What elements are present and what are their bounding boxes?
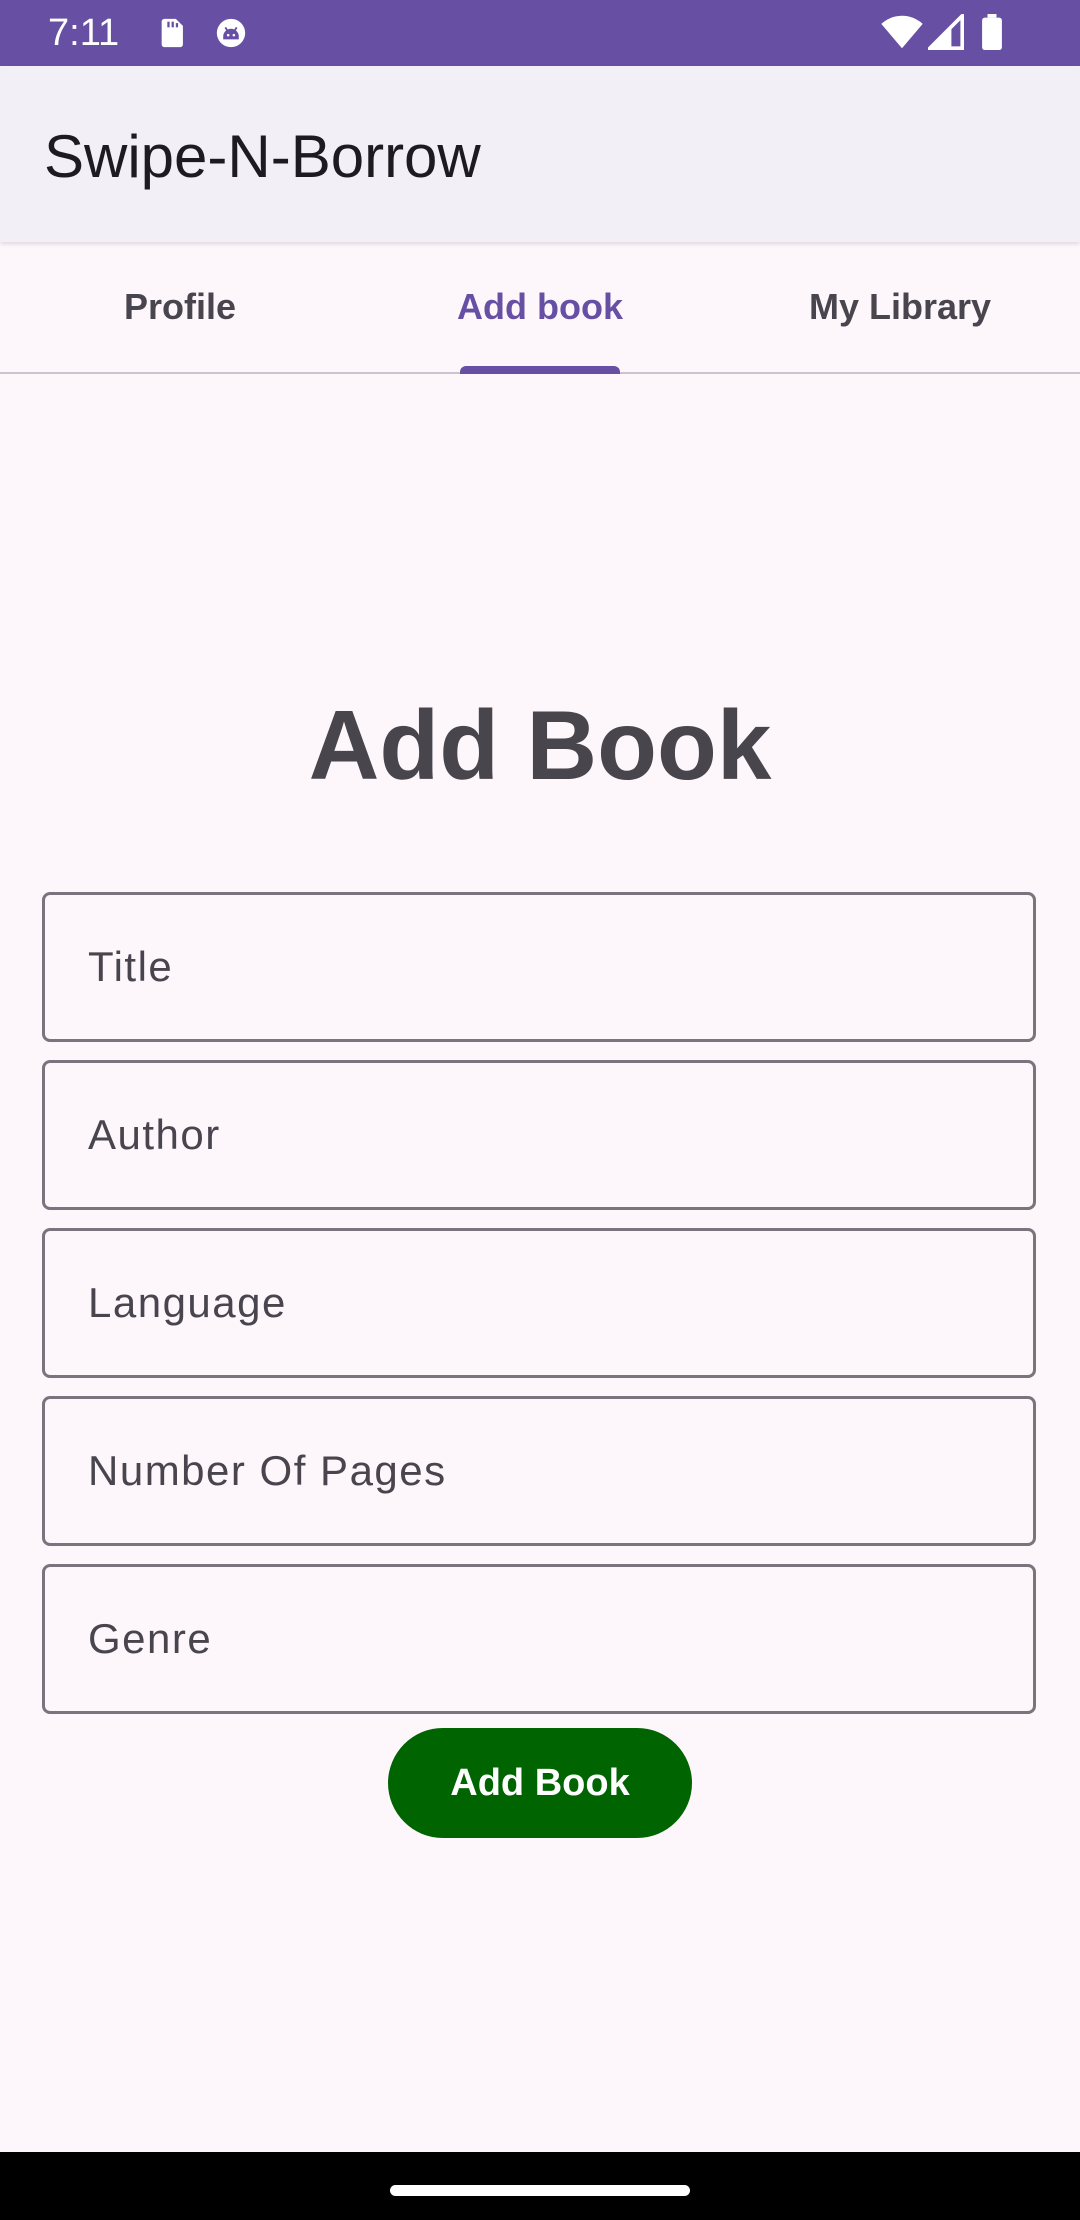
author-field[interactable] (42, 1060, 1036, 1210)
android-debug-icon (216, 18, 246, 48)
genre-field[interactable] (42, 1564, 1036, 1714)
home-gesture-handle[interactable] (390, 2185, 690, 2196)
add-book-button[interactable]: Add Book (388, 1728, 692, 1838)
app-title: Swipe-N-Borrow (44, 123, 481, 190)
tab-add-book[interactable]: Add book (360, 242, 720, 372)
sd-card-icon (161, 18, 183, 48)
language-field[interactable] (42, 1228, 1036, 1378)
tab-profile[interactable]: Profile (0, 242, 360, 372)
status-bar: 7:11 (0, 0, 1080, 66)
battery-icon (982, 14, 1002, 50)
app-bar: Swipe-N-Borrow (0, 66, 1080, 242)
title-field[interactable] (42, 892, 1036, 1042)
tab-bar: Profile Add book My Library (0, 242, 1080, 374)
status-time: 7:11 (48, 12, 120, 54)
active-tab-indicator (460, 366, 620, 374)
page-title: Add Book (308, 690, 772, 800)
signal-icon (928, 14, 964, 50)
number-of-pages-field[interactable] (42, 1396, 1036, 1546)
navigation-bar (0, 2152, 1080, 2220)
wifi-icon (881, 15, 923, 49)
tab-my-library[interactable]: My Library (720, 242, 1080, 372)
